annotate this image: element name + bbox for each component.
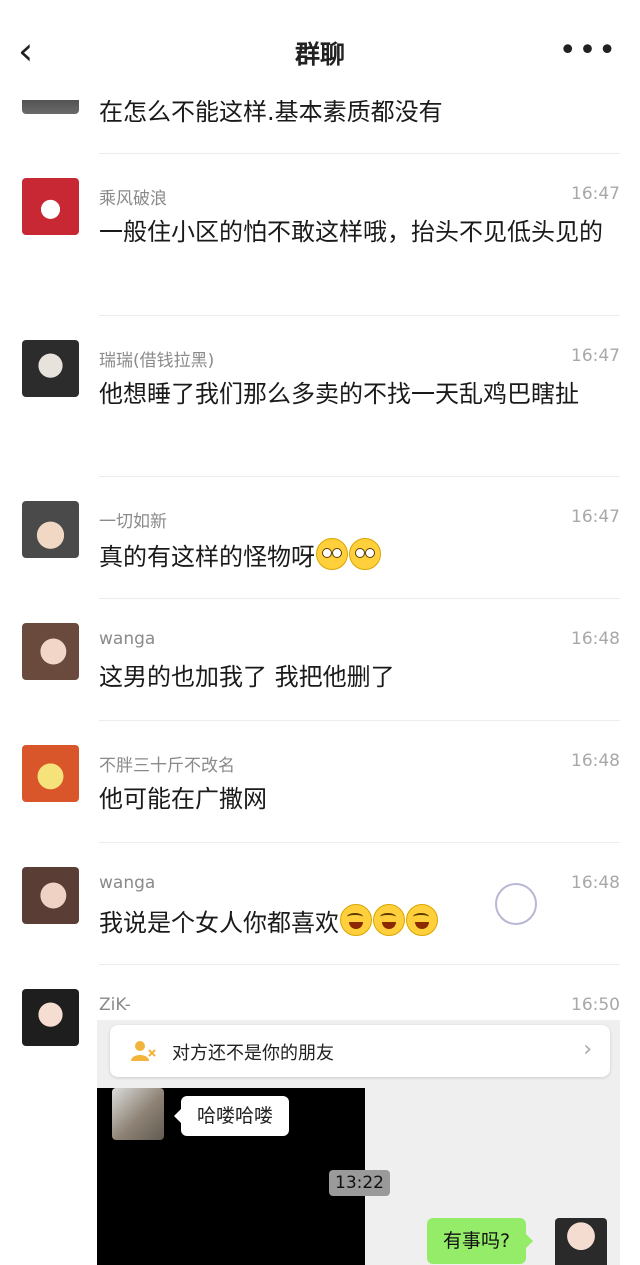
message-text-row: 真的有这样的怪物呀 [99, 537, 604, 577]
divider [99, 153, 620, 154]
sender-name: ZiK- [99, 995, 131, 1015]
outgoing-bubble: 有事吗? [427, 1218, 534, 1264]
avatar[interactable] [22, 501, 79, 558]
message-time: 16:50 [571, 995, 620, 1015]
message-time: 16:47 [571, 346, 620, 366]
avatar[interactable] [22, 178, 79, 235]
avatar[interactable] [22, 623, 79, 680]
page-title: 群聊 [294, 40, 345, 69]
notice-text: 对方还不是你的朋友 [172, 1043, 334, 1064]
not-friend-notice[interactable]: 对方还不是你的朋友 › [110, 1025, 610, 1077]
avatar[interactable] [22, 867, 79, 924]
message-text: 我说是个女人你都喜欢 [99, 909, 339, 937]
chat-timestamp: 13:22 [329, 1170, 390, 1196]
message-text: 一般住小区的怕不敢这样哦，抬头不见低头见的 [99, 218, 603, 246]
sender-name: 一切如新 [99, 512, 167, 532]
message-text: 这男的也加我了 我把他删了 [99, 663, 395, 691]
divider [99, 476, 620, 477]
sender-name: 瑞瑞(借钱拉黑) [99, 351, 215, 371]
avatar[interactable] [22, 989, 79, 1046]
divider [99, 720, 620, 721]
divider [99, 964, 620, 965]
message-time: 16:47 [571, 184, 620, 204]
divider [99, 842, 620, 843]
sender-name: 不胖三十斤不改名 [99, 756, 235, 776]
incoming-bubble: 哈喽哈喽 [173, 1096, 290, 1136]
avatar[interactable] [22, 745, 79, 802]
tears-of-joy-emoji-icon [373, 904, 405, 936]
tears-of-joy-emoji-icon [340, 904, 372, 936]
message-text: 真的有这样的怪物呀 [99, 543, 315, 571]
contact-avatar [112, 1088, 164, 1140]
avatar[interactable] [22, 340, 79, 397]
divider [99, 598, 620, 599]
message-text: 他想睡了我们那么多卖的不找一天乱鸡巴瞎扯 [99, 380, 579, 408]
flushed-face-emoji-icon [316, 538, 348, 570]
tears-of-joy-emoji-icon [406, 904, 438, 936]
message-text: 他可能在广撒网 [99, 785, 267, 813]
loading-spinner-icon [495, 883, 537, 925]
self-avatar [555, 1218, 607, 1265]
message-time: 16:47 [571, 507, 620, 527]
nav-bar: ‹ 群聊 ••• [0, 0, 640, 100]
message-time: 16:48 [571, 751, 620, 771]
sender-name: 乘风破浪 [99, 189, 167, 209]
message-time: 16:48 [571, 629, 620, 649]
divider [99, 315, 620, 316]
sender-name: wanga [99, 873, 156, 893]
add-friend-icon [131, 1041, 156, 1061]
flushed-face-emoji-icon [349, 538, 381, 570]
chevron-right-icon: › [583, 1037, 592, 1062]
sender-name: wanga [99, 629, 156, 649]
message-time: 16:48 [571, 873, 620, 893]
more-icon[interactable]: ••• [559, 36, 618, 66]
